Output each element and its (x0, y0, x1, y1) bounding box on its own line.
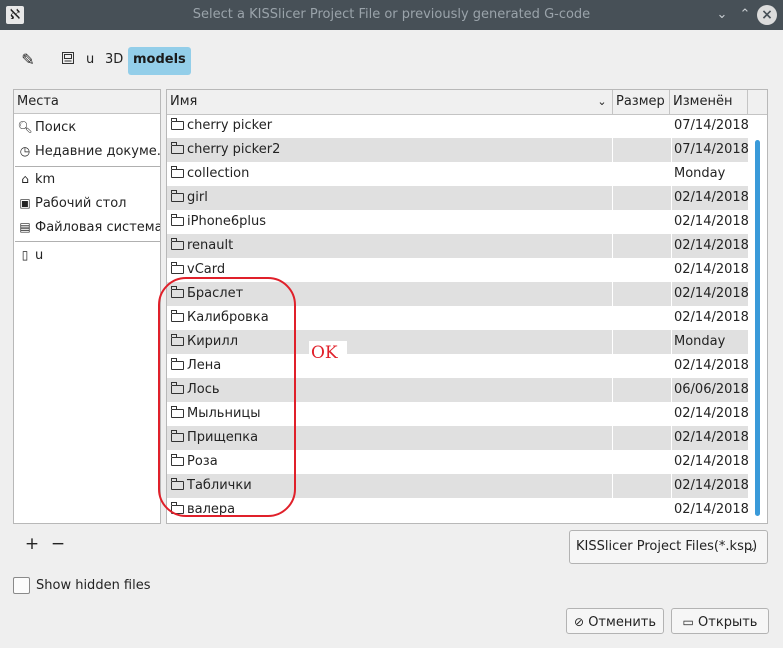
drive-icon: ▤ (19, 220, 31, 234)
file-name-cell: cherry picker (167, 114, 612, 138)
file-row[interactable]: girl 02/14/2018 (167, 186, 748, 210)
chevron-down-icon: ⌄ (746, 540, 757, 554)
places-divider (15, 241, 160, 242)
file-date-cell: 02/14/2018 (674, 310, 748, 325)
file-size-cell (613, 330, 671, 354)
file-size-cell (613, 474, 671, 498)
folder-icon (171, 214, 184, 226)
document-icon: ▯ (21, 248, 29, 262)
file-name-cell: collection (167, 162, 612, 186)
show-hidden-label[interactable]: Show hidden files (36, 577, 151, 595)
annotation-text: OK (311, 343, 338, 363)
place-search[interactable]: 🔍︎ Поиск (15, 115, 160, 139)
file-size-cell (613, 186, 671, 210)
file-list-header: Имя ⌄ Размер Изменён (167, 90, 767, 115)
close-icon[interactable]: × (757, 5, 777, 25)
file-date-cell: 02/14/2018 (672, 234, 748, 258)
file-type-value: KISSlicer Project Files(*.ksp) (576, 539, 758, 554)
column-header-name[interactable]: Имя (170, 90, 610, 114)
remove-place-icon[interactable]: − (50, 534, 66, 554)
file-date-cell: 02/14/2018 (674, 454, 748, 469)
cancel-icon: ⊘ (574, 615, 585, 629)
file-size-cell (613, 210, 671, 234)
places-panel: Места 🔍︎ Поиск ◷ Недавние докуме... ⌂ km ▣ Р… (13, 89, 161, 524)
cancel-button[interactable]: ⊘ Отменить (566, 608, 664, 634)
column-divider (747, 90, 748, 114)
file-date-cell: 02/14/2018 (674, 214, 748, 229)
drive-icon[interactable] (61, 51, 75, 65)
places-header: Места (14, 90, 160, 114)
folder-icon (171, 262, 184, 274)
file-size-cell (613, 354, 671, 378)
column-divider (612, 90, 613, 114)
column-divider (669, 90, 670, 114)
file-date-cell: 06/06/2018 (672, 378, 748, 402)
folder-open-icon: ▭ (682, 615, 694, 629)
desktop-icon: ▣ (19, 196, 31, 210)
file-date-cell: 02/14/2018 (674, 502, 748, 517)
file-size-cell (613, 306, 671, 330)
search-icon: 🔍︎ (17, 120, 33, 134)
file-row[interactable]: cherry picker2 07/14/2018 (167, 138, 748, 162)
edit-path-icon[interactable]: ✎ (18, 48, 38, 72)
column-header-size[interactable]: Размер (616, 90, 672, 114)
file-date-cell: Monday (674, 166, 726, 181)
sort-chevron-icon[interactable]: ⌄ (595, 90, 609, 114)
folder-icon (171, 238, 184, 250)
folder-icon (171, 142, 184, 154)
place-filesystem[interactable]: ▤ Файловая система (15, 215, 160, 239)
file-size-cell (613, 402, 671, 426)
recent-icon: ◷ (19, 144, 31, 158)
folder-icon (171, 118, 184, 130)
add-place-icon[interactable]: + (24, 534, 40, 554)
file-size-cell (613, 114, 671, 138)
file-size-cell (613, 282, 671, 306)
place-u[interactable]: ▯ u (15, 243, 160, 267)
file-date-cell: 02/14/2018 (672, 282, 748, 306)
file-size-cell (613, 162, 671, 186)
file-type-select[interactable]: KISSlicer Project Files(*.ksp) ⌄ (569, 530, 768, 564)
file-name-cell: renault (167, 234, 612, 258)
file-date-cell: 02/14/2018 (672, 426, 748, 450)
folder-icon (171, 190, 184, 202)
file-date-cell: 02/14/2018 (674, 262, 748, 277)
crumb-models[interactable]: models (128, 47, 191, 75)
crumb-3d[interactable]: 3D (105, 47, 123, 75)
folder-icon (171, 166, 184, 178)
file-name-cell: iPhone6plus (167, 210, 612, 234)
file-date-cell: Monday (672, 330, 748, 354)
file-date-cell: 02/14/2018 (674, 358, 748, 373)
place-recent[interactable]: ◷ Недавние докуме... (15, 139, 160, 163)
file-name-cell: girl (167, 186, 612, 210)
place-desktop[interactable]: ▣ Рабочий стол (15, 191, 160, 215)
column-header-modified[interactable]: Изменён (673, 90, 749, 114)
scrollbar-thumb[interactable] (755, 140, 760, 516)
file-size-cell (613, 258, 671, 282)
file-date-cell: 02/14/2018 (674, 406, 748, 421)
file-date-cell: 07/14/2018 (672, 138, 748, 162)
file-row[interactable]: renault 02/14/2018 (167, 234, 748, 258)
crumb-u[interactable]: u (86, 47, 94, 75)
place-home[interactable]: ⌂ km (15, 167, 160, 191)
file-size-cell (613, 498, 671, 522)
show-hidden-checkbox[interactable] (13, 577, 30, 594)
home-icon: ⌂ (21, 172, 29, 186)
file-row[interactable]: iPhone6plus 02/14/2018 (167, 210, 748, 234)
file-row[interactable]: cherry picker 07/14/2018 (167, 114, 748, 138)
maximize-icon[interactable]: ⌃ (735, 5, 755, 25)
file-size-cell (613, 138, 671, 162)
annotation-circle (158, 277, 296, 517)
minimize-icon[interactable]: ⌄ (712, 5, 732, 25)
file-name-cell: cherry picker2 (167, 138, 612, 162)
file-date-cell: 02/14/2018 (672, 186, 748, 210)
window-title: Select a KISSlicer Project File or previ… (192, 7, 591, 22)
file-size-cell (613, 378, 671, 402)
file-size-cell (613, 234, 671, 258)
file-date-cell: 07/14/2018 (674, 118, 748, 133)
file-size-cell (613, 450, 671, 474)
file-size-cell (613, 426, 671, 450)
file-row[interactable]: collection Monday (167, 162, 748, 186)
file-date-cell: 02/14/2018 (672, 474, 748, 498)
open-button[interactable]: ▭ Открыть (671, 608, 769, 634)
